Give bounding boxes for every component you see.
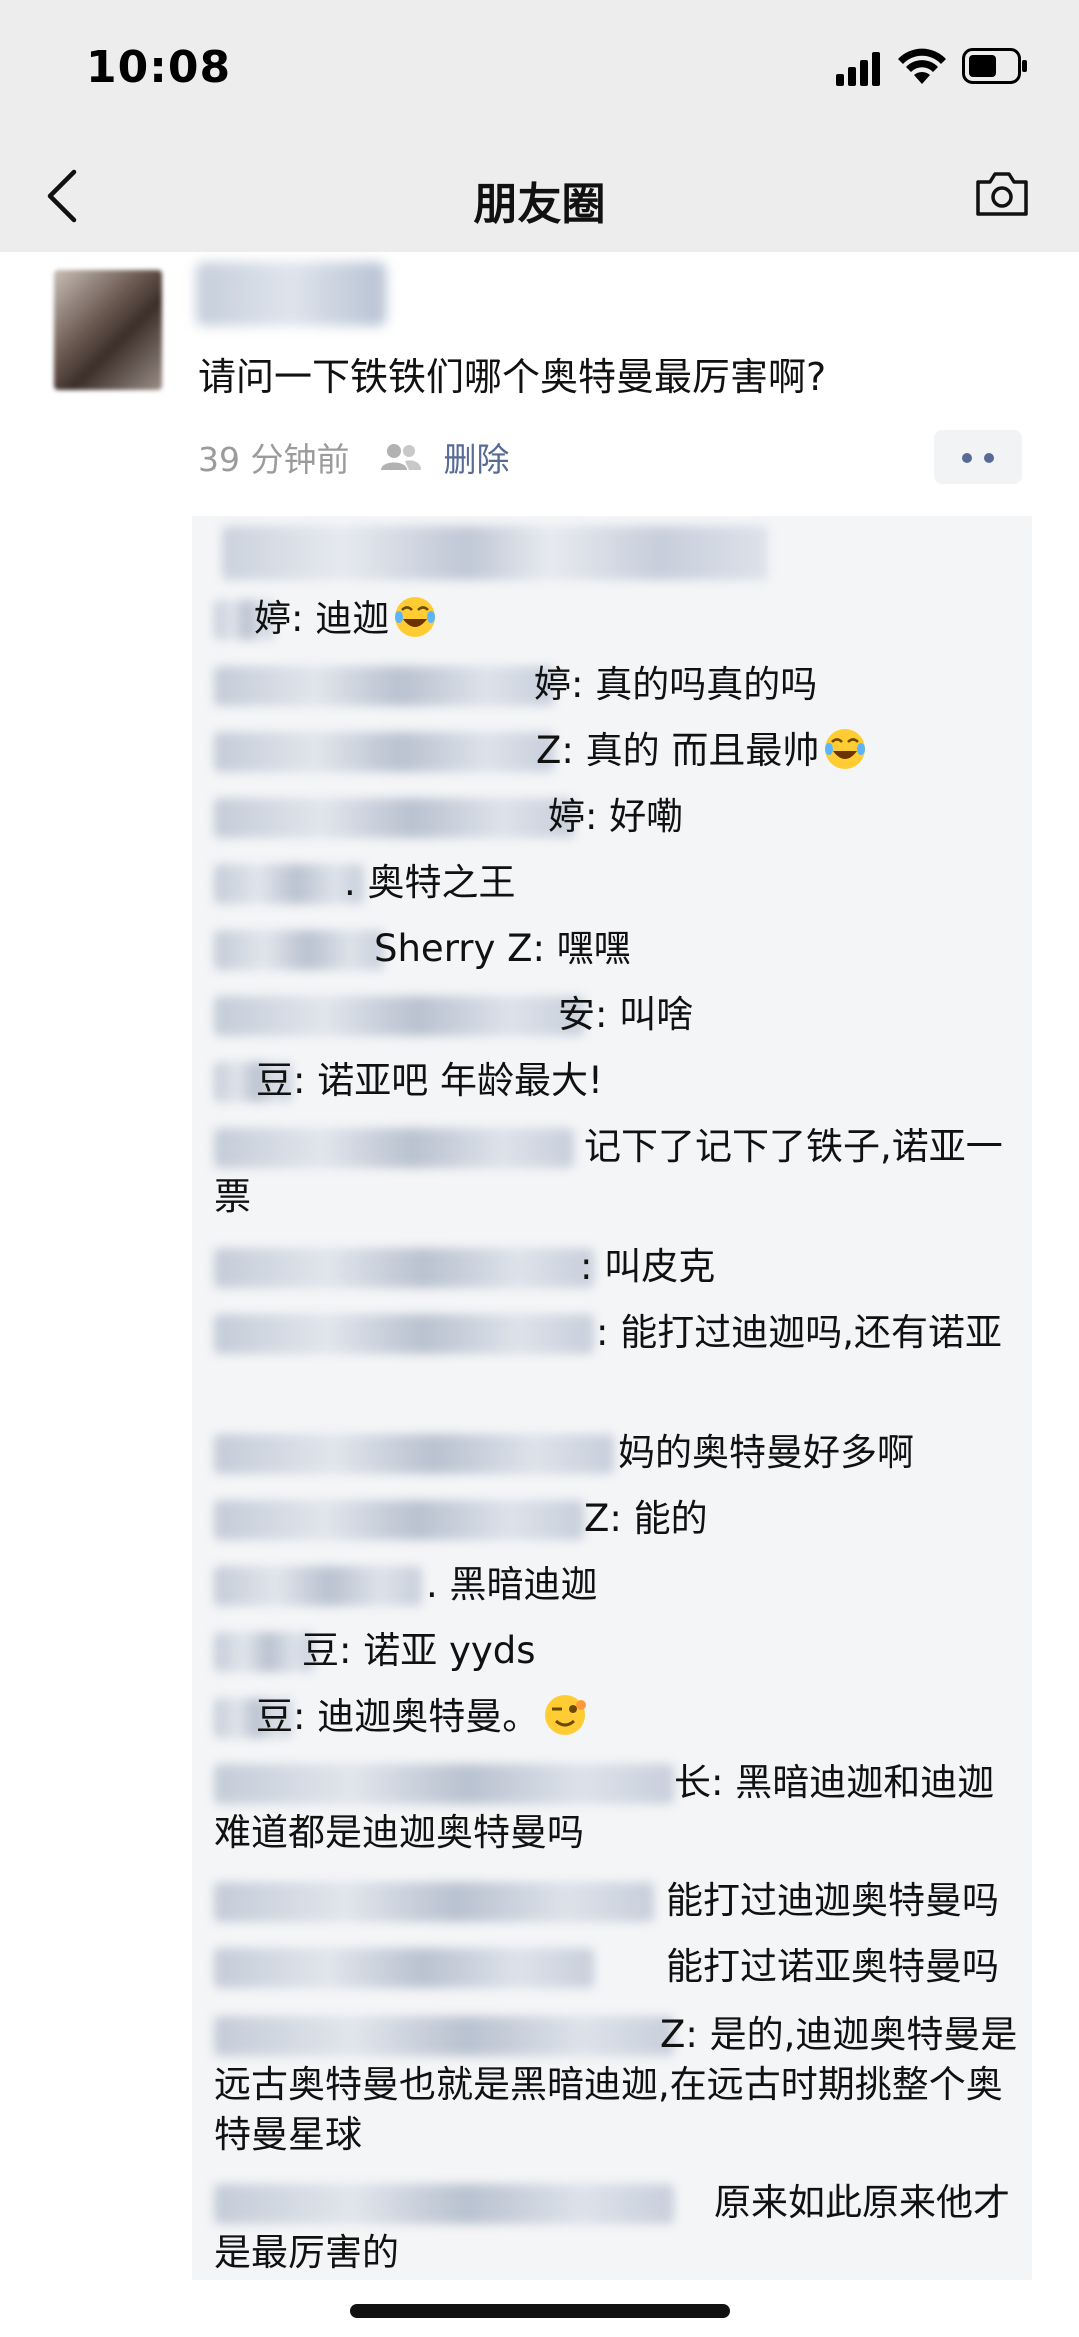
comment-item[interactable]: Z: 是的,迪迦奥特曼是远古奥特曼也就是黑暗迪迦,在远古时期挑整个奥特曼星球 [214,2010,1026,2160]
avatar[interactable] [54,270,162,390]
comment-item[interactable]: : 能打过迪迦吗,还有诺亚 [214,1308,1026,1358]
camera-icon[interactable] [972,164,1032,224]
status-bar: 10:08 [0,0,1079,140]
more-dots-icon[interactable] [934,430,1022,484]
laughing-tears-emoji [395,597,436,637]
comment-text: 豆: 迪迦奥特曼。 [256,1695,540,1738]
comment-text: Z: 能的 [584,1497,708,1540]
comment-text: 原来如此原来他才是最厉害的 [214,2181,1010,2274]
comment-text: Sherry Z: 嘿嘿 [374,927,631,970]
wifi-icon [898,48,946,84]
status-time: 10:08 [86,42,232,93]
comment-text: 安: 叫啥 [558,993,694,1036]
comment-text: Z: 真的 而且最帅 [536,729,820,772]
post-time: 39 分钟前 [198,440,350,479]
comment-text: 妈的奥特曼好多啊 [618,1431,914,1474]
comment-text: 长: 黑暗迪迦和迪迦难道都是迪迦奥特曼吗 [214,1761,995,1854]
comment-item[interactable]: 豆: 诺亚 yyds [214,1626,1026,1676]
signal-icon [836,52,880,86]
comment-text: 豆: 诺亚 yyds [302,1629,536,1672]
comment-item[interactable]: 原来如此原来他才是最厉害的 [214,2178,1026,2278]
comment-item[interactable]: : 叫皮克 [214,1242,1026,1292]
comment-item[interactable]: 婷: 好嘞 [214,792,1026,842]
comment-text: . 黑暗迪迦 [426,1563,598,1606]
comment-item[interactable]: Z: 能的 [214,1494,1026,1544]
comment-text: 婷: 迪迦 [254,597,390,640]
nav-bar: 朋友圈 [0,140,1079,252]
comment-text: 记下了记下了铁子,诺亚一票 [214,1125,1003,1218]
comment-item[interactable]: 能打过诺亚奥特曼吗 [214,1942,1026,1992]
comment-item[interactable]: 能打过迪迦奥特曼吗 [214,1876,1026,1926]
comment-item[interactable]: . 奥特之王 [214,858,1026,908]
author-name-blurred[interactable] [196,262,386,326]
comment-item[interactable]: 安: 叫啥 [214,990,1026,1040]
comment-item[interactable]: 婷: 迪迦 [214,594,1026,644]
post-meta: 39 分钟前 删除 [198,434,509,480]
home-indicator[interactable] [350,2304,730,2318]
post-text: 请问一下铁铁们哪个奥特曼最厉害啊? [198,355,827,399]
comment-text: : 叫皮克 [580,1245,716,1288]
comment-text: 婷: 好嘞 [548,795,684,838]
delete-button[interactable]: 删除 [443,433,509,481]
comment-item[interactable]: 婷: 真的吗真的吗 [214,660,1026,710]
laughing-tears-emoji [825,729,866,769]
comment-item[interactable]: Z: 真的 而且最帅 [214,726,1026,776]
comment-item[interactable]: 记下了记下了铁子,诺亚一票 [214,1122,1026,1222]
comment-text: 能打过迪迦奥特曼吗 [666,1879,999,1922]
comment-text: 豆: 诺亚吧 年龄最大! [256,1059,603,1102]
people-icon [381,444,422,470]
page-title: 朋友圈 [473,179,606,230]
comment-item[interactable]: 豆: 迪迦奥特曼。 [214,1692,1026,1742]
comment-text: Z: 是的,迪迦奥特曼是远古奥特曼也就是黑暗迪迦,在远古时期挑整个奥特曼星球 [214,2013,1018,2156]
battery-icon [962,48,1027,84]
comment-text: 能打过诺亚奥特曼吗 [666,1945,999,1988]
comment-item[interactable]: . 黑暗迪迦 [214,1560,1026,1610]
comment-item[interactable]: 妈的奥特曼好多啊 [214,1428,1026,1478]
comment-item[interactable]: 长: 黑暗迪迦和迪迦难道都是迪迦奥特曼吗 [214,1758,1026,1858]
comment-text: . 奥特之王 [344,861,516,904]
comment-item[interactable]: Sherry Z: 嘿嘿 [214,924,1026,974]
likes-row-blurred [222,526,768,580]
comment-text: : 能打过迪迦吗,还有诺亚 [596,1311,1002,1354]
comment-item[interactable]: 豆: 诺亚吧 年龄最大! [214,1056,1026,1106]
winking-emoji [545,1695,587,1735]
comment-text: 婷: 真的吗真的吗 [534,663,818,706]
